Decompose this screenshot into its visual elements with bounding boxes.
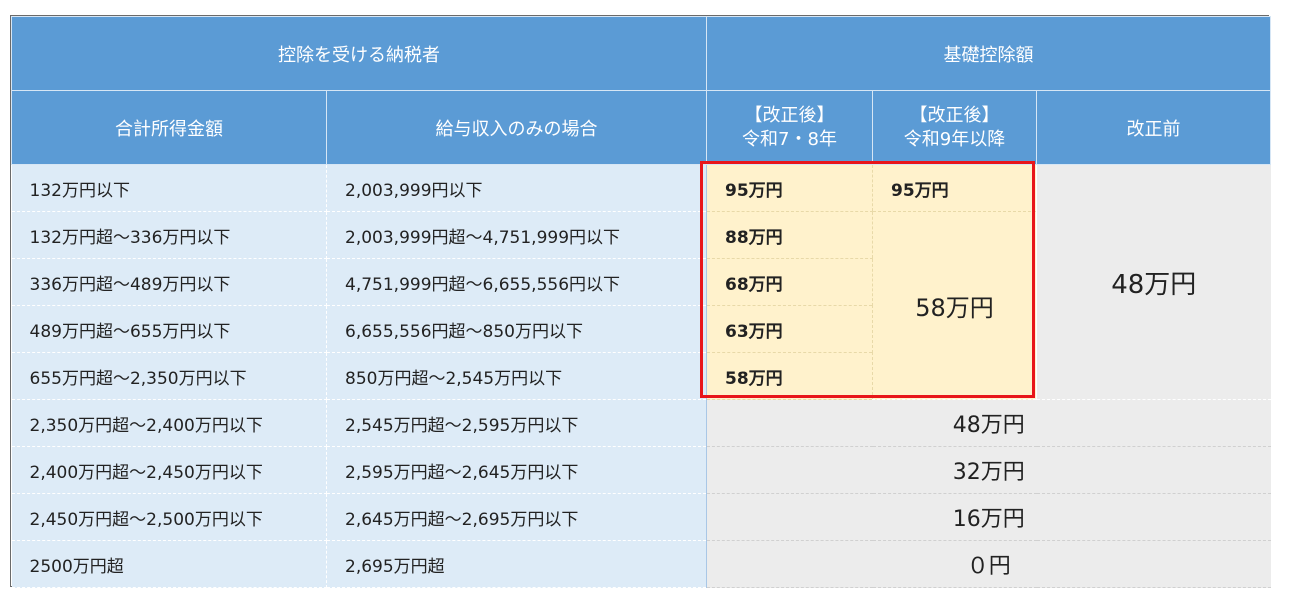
income-cell: 489万円超～655万円以下: [11, 305, 327, 353]
common-deduction-cell: 48万円: [706, 399, 1271, 447]
salary-cell: 2,003,999円超～4,751,999円以下: [326, 211, 707, 259]
common-deduction-cell: 16万円: [706, 493, 1271, 541]
income-cell: 2500万円超: [11, 540, 327, 588]
salary-cell: 2,645万円超～2,695万円以下: [326, 493, 707, 541]
r78-cell: 95万円: [706, 164, 873, 212]
r78-header: 【改正後】 令和7・8年: [706, 90, 873, 165]
income-cell: 132万円以下: [11, 164, 327, 212]
r78-cell: 58万円: [706, 352, 873, 400]
common-deduction-cell: ０円: [706, 540, 1271, 588]
before-header: 改正前: [1035, 90, 1272, 165]
r78-cell: 88万円: [706, 211, 873, 259]
r9-header: 【改正後】 令和9年以降: [872, 90, 1037, 165]
table-row: 2500万円超 2,695万円超 ０円: [11, 540, 1271, 588]
deduction-group-header: 基礎控除額: [705, 16, 1272, 91]
income-cell: 2,400万円超～2,450万円以下: [11, 446, 327, 494]
salary-cell: 6,655,556円超～850万円以下: [326, 305, 707, 353]
table-row: 2,350万円超～2,400万円以下 2,545万円超～2,595万円以下 48…: [11, 399, 1271, 447]
basic-deduction-table: 控除を受ける納税者 基礎控除額 合計所得金額 給与収入のみの場合 【改正後】 令…: [11, 16, 1272, 588]
r9-cell: 95万円: [872, 164, 1037, 212]
r9-header-line1: 【改正後】: [909, 104, 1000, 126]
r78-header-line2: 令和7・8年: [742, 128, 837, 150]
r9-header-line2: 令和9年以降: [903, 128, 1006, 150]
table-row: 2,450万円超～2,500万円以下 2,645万円超～2,695万円以下 16…: [11, 493, 1271, 541]
taxpayer-group-header: 控除を受ける納税者: [11, 16, 707, 91]
before-merged-cell: 48万円: [1035, 164, 1271, 400]
r78-header-line1: 【改正後】: [744, 104, 835, 126]
salary-only-header: 給与収入のみの場合: [326, 90, 707, 165]
salary-cell: 4,751,999円超～6,655,556円以下: [326, 258, 707, 306]
salary-cell: 2,545万円超～2,595万円以下: [326, 399, 707, 447]
income-cell: 132万円超～336万円以下: [11, 211, 327, 259]
salary-cell: 850万円超～2,545万円以下: [326, 352, 707, 400]
salary-cell: 2,003,999円以下: [326, 164, 707, 212]
deduction-table-container: 控除を受ける納税者 基礎控除額 合計所得金額 給与収入のみの場合 【改正後】 令…: [10, 15, 1272, 588]
income-cell: 336万円超～489万円以下: [11, 258, 327, 306]
income-cell: 655万円超～2,350万円以下: [11, 352, 327, 400]
table-row: 2,400万円超～2,450万円以下 2,595万円超～2,645万円以下 32…: [11, 446, 1271, 494]
income-cell: 2,350万円超～2,400万円以下: [11, 399, 327, 447]
total-income-header: 合計所得金額: [11, 90, 327, 165]
r78-cell: 68万円: [706, 258, 873, 306]
table-row: 132万円以下 2,003,999円以下 95万円 95万円 48万円: [11, 164, 1271, 400]
income-cell: 2,450万円超～2,500万円以下: [11, 493, 327, 541]
common-deduction-cell: 32万円: [706, 446, 1271, 494]
salary-cell: 2,695万円超: [326, 540, 707, 588]
salary-cell: 2,595万円超～2,645万円以下: [326, 446, 707, 494]
r78-cell: 63万円: [706, 305, 873, 353]
r9-merged-cell: 58万円: [872, 211, 1037, 400]
